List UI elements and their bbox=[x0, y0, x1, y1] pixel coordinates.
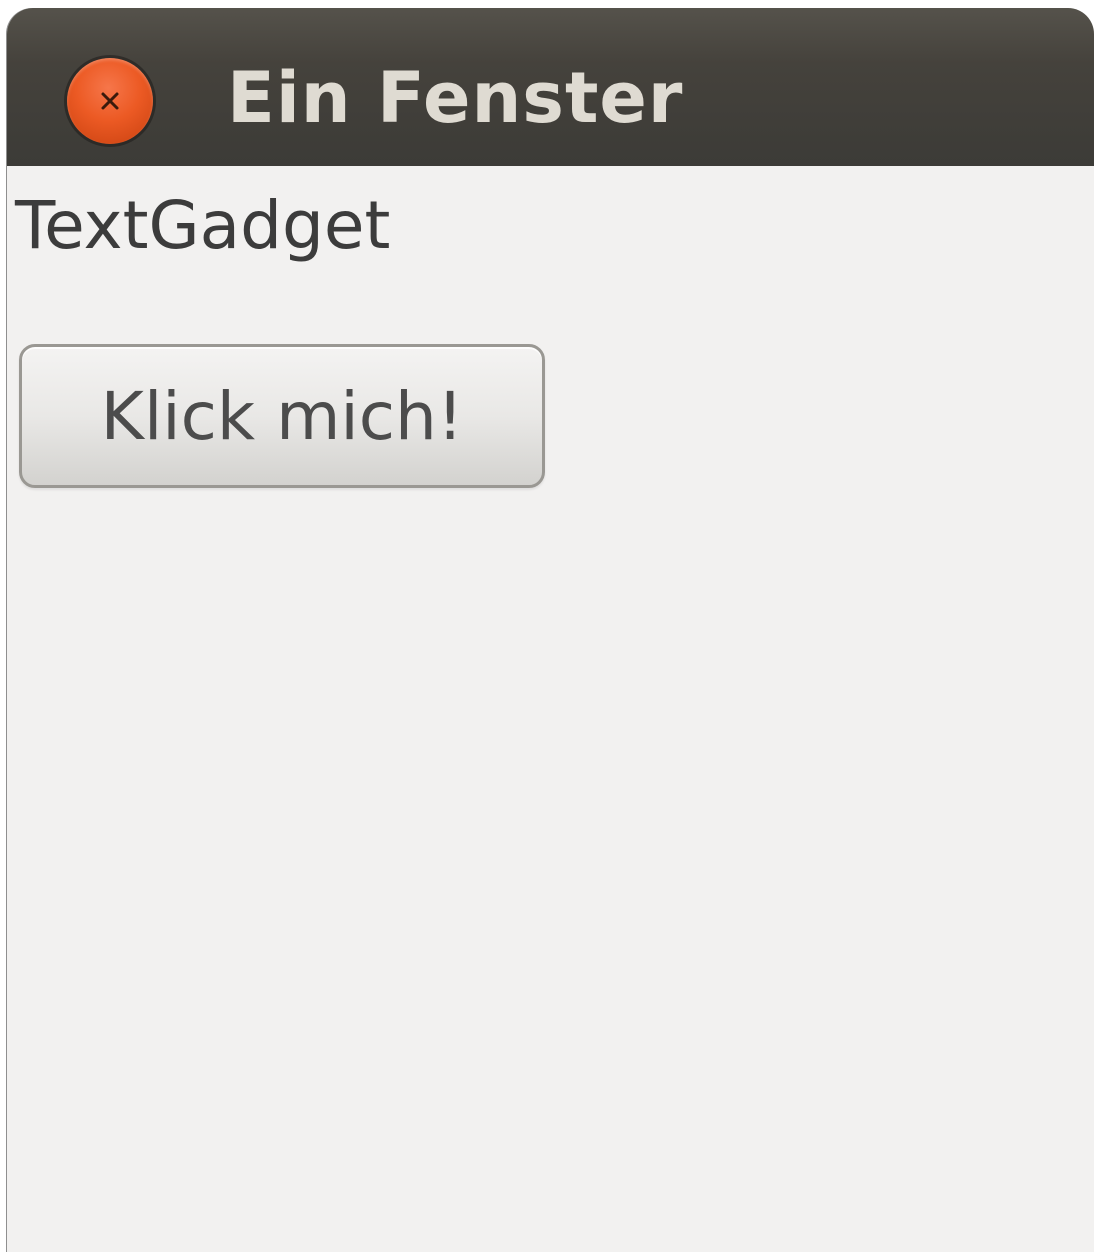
window-title: Ein Fenster bbox=[227, 57, 684, 139]
app-window: Ein Fenster TextGadget Klick mich! bbox=[7, 8, 1094, 1252]
window-content: TextGadget Klick mich! bbox=[7, 166, 1094, 1252]
click-me-button[interactable]: Klick mich! bbox=[19, 344, 545, 488]
text-gadget-label: TextGadget bbox=[15, 187, 391, 264]
title-bar[interactable]: Ein Fenster bbox=[7, 8, 1094, 167]
close-icon bbox=[95, 86, 125, 116]
close-button[interactable] bbox=[67, 58, 153, 144]
